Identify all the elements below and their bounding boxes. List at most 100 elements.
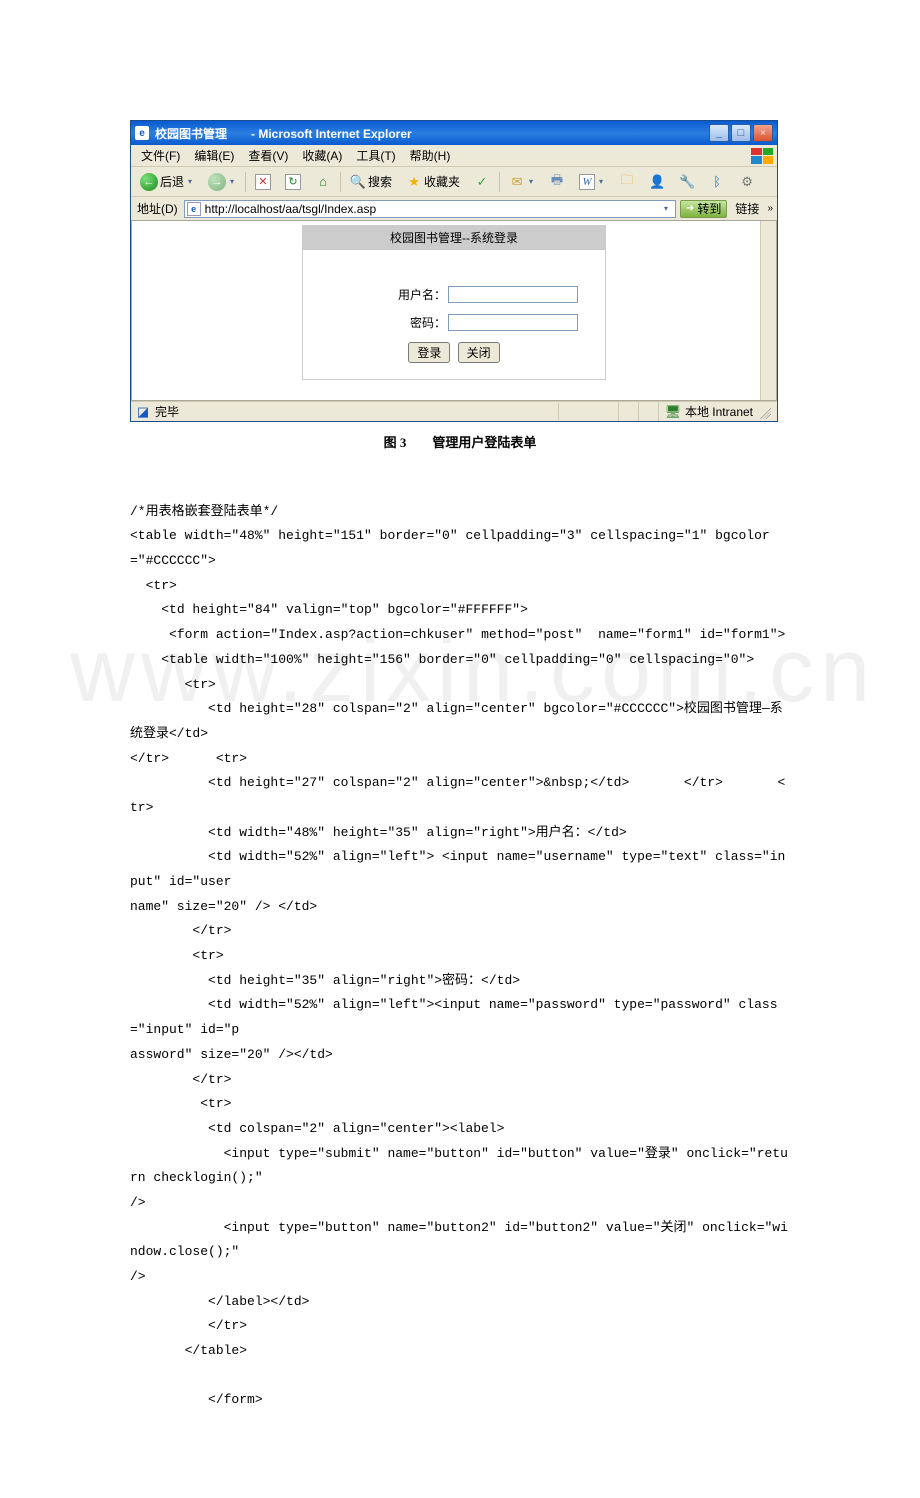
history-icon: ✓ bbox=[474, 174, 490, 190]
page-icon: e bbox=[187, 202, 201, 216]
print-icon: 🖶 bbox=[549, 174, 565, 190]
username-row: 用户名： bbox=[303, 280, 605, 308]
stop-button[interactable]: ✕ bbox=[250, 171, 276, 193]
code-line: assword" size="20" /></td> bbox=[130, 1047, 333, 1062]
forward-arrow-icon: → bbox=[208, 173, 226, 191]
search-label: 搜索 bbox=[368, 173, 392, 190]
dropdown-icon[interactable]: ▾ bbox=[659, 204, 673, 213]
ie-addressbar: 地址(D) e http://localhost/aa/tsgl/Index.a… bbox=[131, 197, 777, 221]
refresh-button[interactable]: ↻ bbox=[280, 171, 306, 193]
login-header: 校园图书管理--系统登录 bbox=[303, 226, 605, 250]
code-line: <td width="52%" align="left"> <input nam… bbox=[130, 849, 785, 889]
ie-window: e 校园图书管理 - Microsoft Internet Explorer _… bbox=[130, 120, 778, 422]
windows-flag-icon bbox=[751, 148, 773, 164]
back-label: 后退 bbox=[160, 173, 184, 190]
gear-icon: ⚙ bbox=[739, 174, 755, 190]
menu-edit[interactable]: 编辑(E) bbox=[188, 145, 240, 166]
menu-view[interactable]: 查看(V) bbox=[242, 145, 294, 166]
bluetooth-button[interactable]: ᛒ bbox=[704, 171, 730, 193]
menu-favorites[interactable]: 收藏(A) bbox=[296, 145, 348, 166]
password-input[interactable] bbox=[448, 314, 578, 331]
code-line: <td height="27" colspan="2" align="cente… bbox=[130, 775, 785, 815]
resize-grip-icon[interactable] bbox=[757, 405, 771, 419]
mail-button[interactable]: ✉▾ bbox=[504, 171, 540, 193]
messenger-button[interactable]: 👤 bbox=[644, 171, 670, 193]
status-cell bbox=[619, 402, 639, 421]
code-line: name" size="20" /> </td> bbox=[130, 899, 317, 914]
status-zone: 本地 Intranet bbox=[685, 403, 753, 420]
dropdown-icon[interactable]: ▾ bbox=[527, 177, 535, 186]
tool-button[interactable]: 🔧 bbox=[674, 171, 700, 193]
close-button[interactable]: × bbox=[753, 124, 773, 142]
ie-titlebar: e 校园图书管理 - Microsoft Internet Explorer _… bbox=[131, 121, 777, 145]
menu-tools[interactable]: 工具(T) bbox=[350, 145, 401, 166]
dropdown-icon[interactable]: ▾ bbox=[597, 177, 605, 186]
minimize-button[interactable]: _ bbox=[709, 124, 729, 142]
code-line: <input type="button" name="button2" id="… bbox=[130, 1220, 788, 1260]
code-line: </tr> bbox=[130, 1072, 231, 1087]
maximize-button[interactable]: □ bbox=[731, 124, 751, 142]
ie-toolbar: ← 后退 ▾ → ▾ ✕ ↻ ⌂ 🔍 搜索 ★ 收藏夹 ✓ ✉▾ bbox=[131, 167, 777, 197]
status-cell bbox=[559, 402, 619, 421]
home-icon: ⌂ bbox=[315, 174, 331, 190]
code-line: <td width="52%" align="left"><input name… bbox=[130, 997, 778, 1037]
back-button[interactable]: ← 后退 ▾ bbox=[135, 171, 199, 193]
code-line: <table width="100%" height="156" border=… bbox=[130, 652, 754, 667]
code-line: <td width="48%" height="35" align="right… bbox=[130, 825, 627, 840]
extra-button[interactable]: ⚙ bbox=[734, 171, 760, 193]
forward-dropdown-icon[interactable]: ▾ bbox=[228, 177, 236, 186]
forward-button[interactable]: → ▾ bbox=[203, 171, 241, 193]
address-label: 地址(D) bbox=[135, 200, 180, 217]
folder-icon: 🗀 bbox=[619, 174, 635, 190]
code-line: <table width="48%" height="151" border="… bbox=[130, 528, 770, 568]
ie-content: 校园图书管理--系统登录 用户名： 密码： 登录 关闭 bbox=[131, 221, 777, 401]
code-line: </tr> bbox=[130, 923, 231, 938]
favorites-button[interactable]: ★ 收藏夹 bbox=[401, 171, 465, 193]
links-label[interactable]: 链接 bbox=[731, 200, 763, 217]
go-button[interactable]: ➜ 转到 bbox=[680, 200, 727, 218]
login-button[interactable]: 登录 bbox=[408, 342, 450, 363]
chevron-icon[interactable]: » bbox=[767, 203, 773, 214]
ie-icon: e bbox=[135, 126, 149, 140]
close-login-button[interactable]: 关闭 bbox=[458, 342, 500, 363]
ie-statusbar: ◪ 完毕 🖥 本地 Intranet bbox=[131, 401, 777, 421]
edit-icon: W bbox=[579, 174, 595, 190]
home-button[interactable]: ⌂ bbox=[310, 171, 336, 193]
code-line: /> bbox=[130, 1269, 146, 1284]
stop-icon: ✕ bbox=[255, 174, 271, 190]
code-line: <tr> bbox=[130, 1096, 231, 1111]
toolbar-separator bbox=[499, 172, 500, 192]
status-cell bbox=[639, 402, 659, 421]
star-icon: ★ bbox=[406, 174, 422, 190]
messenger-icon: 👤 bbox=[649, 174, 665, 190]
zone-icon: 🖥 bbox=[665, 404, 681, 420]
done-icon: ◪ bbox=[135, 404, 151, 420]
go-arrow-icon: ➜ bbox=[686, 203, 694, 214]
menu-file[interactable]: 文件(F) bbox=[135, 145, 186, 166]
code-line: </label></td> bbox=[130, 1294, 309, 1309]
search-icon: 🔍 bbox=[350, 174, 366, 190]
print-button[interactable]: 🖶 bbox=[544, 171, 570, 193]
wrench-icon: 🔧 bbox=[679, 174, 695, 190]
edit-button[interactable]: W▾ bbox=[574, 171, 610, 193]
address-input[interactable]: e http://localhost/aa/tsgl/Index.asp ▾ bbox=[184, 200, 676, 218]
password-label: 密码： bbox=[303, 314, 448, 331]
code-line: /*用表格嵌套登陆表单*/ bbox=[130, 504, 278, 519]
favorites-label: 收藏夹 bbox=[424, 173, 460, 190]
code-line: <td height="35" align="right">密码：</td> bbox=[130, 973, 520, 988]
code-line: </tr> bbox=[130, 1318, 247, 1333]
code-line: <tr> bbox=[130, 677, 216, 692]
back-dropdown-icon[interactable]: ▾ bbox=[186, 177, 194, 186]
folder-button[interactable]: 🗀 bbox=[614, 171, 640, 193]
toolbar-separator bbox=[245, 172, 246, 192]
code-line: /> bbox=[130, 1195, 146, 1210]
scrollbar[interactable] bbox=[760, 221, 776, 400]
refresh-icon: ↻ bbox=[285, 174, 301, 190]
window-title: 校园图书管理 - Microsoft Internet Explorer bbox=[155, 125, 707, 142]
search-button[interactable]: 🔍 搜索 bbox=[345, 171, 397, 193]
history-button[interactable]: ✓ bbox=[469, 171, 495, 193]
mail-icon: ✉ bbox=[509, 174, 525, 190]
menu-help[interactable]: 帮助(H) bbox=[404, 145, 457, 166]
username-input[interactable] bbox=[448, 286, 578, 303]
address-text: http://localhost/aa/tsgl/Index.asp bbox=[205, 202, 655, 216]
